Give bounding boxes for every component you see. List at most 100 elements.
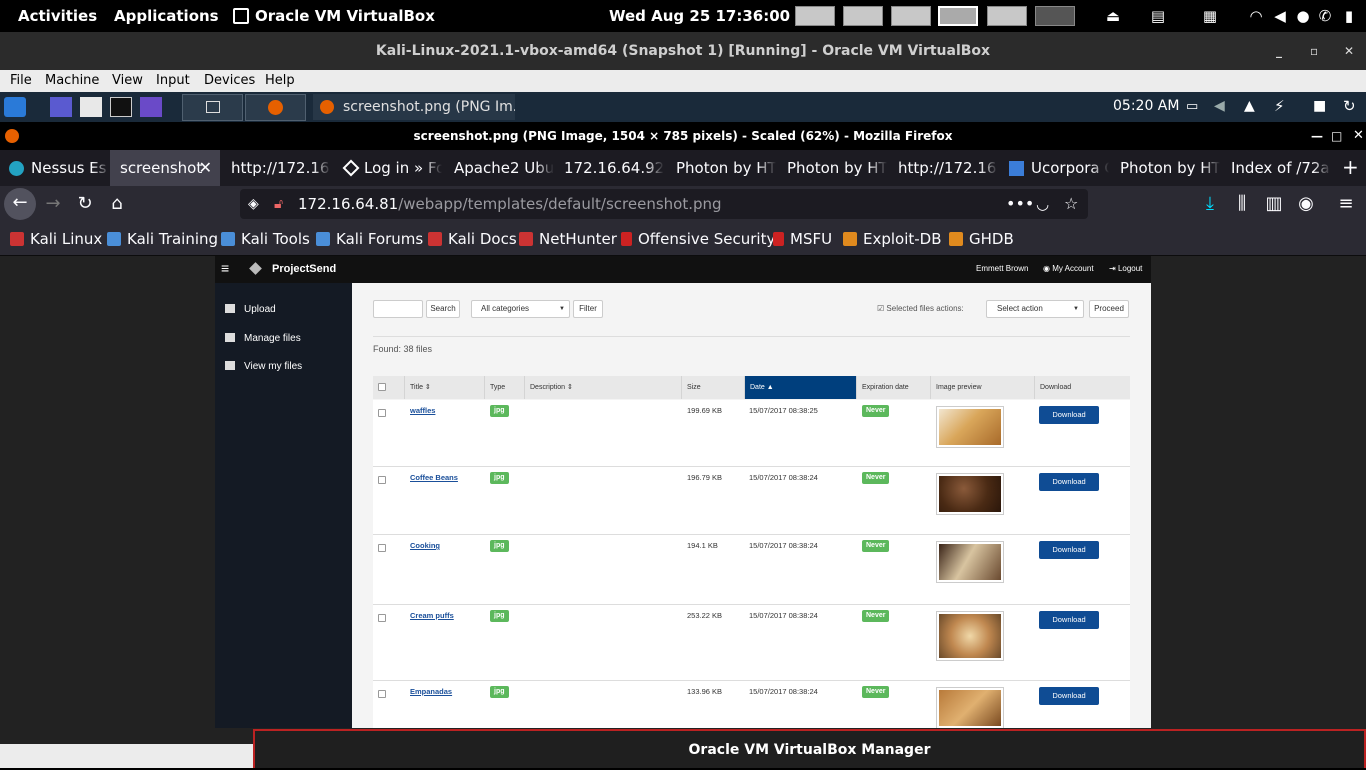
file-title: Empanadas	[410, 687, 453, 696]
tab-apache[interactable]: Apache2 Ubu	[444, 150, 554, 186]
tab-nessus[interactable]: Nessus Es	[0, 150, 110, 186]
ps-logout: ⇥ Logout	[1109, 264, 1143, 273]
applications-menu[interactable]: Applications	[114, 7, 219, 25]
file-date: 15/07/2017 08:38:24	[749, 541, 818, 550]
bookmark-kali-forums[interactable]: Kali Forums	[316, 230, 423, 248]
reload-icon[interactable]: ↻	[73, 192, 97, 216]
bookmark-kali-docs[interactable]: Kali Docs	[428, 230, 517, 248]
bookmark-kali-linux[interactable]: Kali Linux	[10, 230, 102, 248]
display-icon[interactable]: ▦	[1201, 7, 1219, 25]
tab-photon-2[interactable]: Photon by HT	[777, 150, 887, 186]
account-icon[interactable]: ◉	[1294, 192, 1318, 216]
wifi-icon[interactable]: ◠	[1247, 7, 1265, 25]
firefox-icon	[5, 129, 19, 143]
bookmark-nethunter[interactable]: NetHunter	[519, 230, 617, 248]
kali-menu-icon[interactable]	[4, 97, 26, 117]
row-checkbox	[378, 614, 386, 622]
bookmark-star-icon[interactable]: ☆	[1064, 189, 1078, 219]
active-app-name[interactable]: Oracle VM VirtualBox	[255, 7, 435, 25]
sidebar-icon[interactable]: ▥	[1262, 192, 1286, 216]
pocket-icon[interactable]: ◡	[1036, 189, 1049, 219]
ps-search-input	[373, 300, 423, 318]
close-icon[interactable]: ✕	[1344, 32, 1354, 70]
activities-button[interactable]: Activities	[18, 7, 97, 25]
display-icon[interactable]: ▭	[1186, 99, 1198, 114]
back-button[interactable]: ←	[4, 188, 36, 220]
lock-icon[interactable]: ■	[1313, 98, 1326, 114]
workspace-icon[interactable]	[50, 97, 72, 117]
vbox-menubar: File Machine View Input Devices Help	[0, 70, 1366, 92]
minimize-icon[interactable]: —	[1311, 122, 1323, 150]
workspace-1[interactable]	[795, 6, 835, 26]
battery-icon[interactable]: ▮	[1340, 7, 1358, 25]
kali-clock[interactable]: 05:20 AM	[1113, 98, 1179, 114]
terminal-icon[interactable]	[110, 97, 132, 117]
home-icon[interactable]: ⌂	[105, 192, 129, 216]
tab-index-of[interactable]: Index of /72ab	[1221, 150, 1331, 186]
menu-help[interactable]: Help	[265, 73, 295, 88]
accessibility-icon[interactable]: ✆	[1316, 7, 1334, 25]
tab-screenshot[interactable]: screenshot ✕	[110, 150, 220, 186]
maximize-icon[interactable]: ▫	[1310, 32, 1318, 70]
workspace-6[interactable]	[1035, 6, 1075, 26]
menu-devices[interactable]: Devices	[204, 73, 255, 88]
bookmark-kali-tools[interactable]: Kali Tools	[221, 230, 310, 248]
offsec-icon	[621, 232, 632, 246]
workspace-3[interactable]	[891, 6, 931, 26]
insecure-lock-icon[interactable]: 🔓︎	[274, 189, 283, 219]
bookmark-kali-training[interactable]: Kali Training	[107, 230, 218, 248]
power-manager-icon[interactable]: ⚡	[1274, 97, 1285, 115]
vbox-manager-window[interactable]: Oracle VM VirtualBox Manager	[253, 729, 1366, 768]
url-bar[interactable]: ◈ 🔓︎ 172.16.64.81/webapp/templates/defau…	[240, 189, 1088, 219]
eject-icon[interactable]: ⏏	[1104, 7, 1122, 25]
workspace-5[interactable]	[987, 6, 1027, 26]
tab-http-2[interactable]: http://172.16.6	[888, 150, 998, 186]
tab-photon-3[interactable]: Photon by HT	[1110, 150, 1220, 186]
menu-input[interactable]: Input	[156, 73, 190, 88]
hamburger-menu-icon[interactable]: ≡	[1334, 192, 1358, 216]
bookmark-offensive-security[interactable]: Offensive Security	[621, 230, 775, 248]
microphone-icon[interactable]: ●	[1294, 7, 1312, 25]
th-label: Download	[1040, 384, 1072, 391]
logout-icon[interactable]: ↻	[1343, 97, 1356, 115]
close-tab-icon[interactable]: ✕	[199, 150, 212, 186]
volume-icon[interactable]: ◀	[1214, 98, 1225, 114]
bookmark-exploit-db[interactable]: Exploit-DB	[843, 230, 942, 248]
taskbar-firefox[interactable]	[245, 94, 306, 121]
file-title: Cream puffs	[410, 611, 454, 620]
menu-view[interactable]: View	[112, 73, 143, 88]
workspace-4[interactable]	[938, 6, 978, 26]
vbox-window-titlebar: Kali-Linux-2021.1-vbox-amd64 (Snapshot 1…	[0, 32, 1366, 70]
tab-login[interactable]: Log in » Fo	[332, 150, 442, 186]
menu-machine[interactable]: Machine	[45, 73, 99, 88]
gnome-clock[interactable]: Wed Aug 25 17:36:00	[609, 7, 790, 25]
minimize-icon[interactable]: _	[1276, 32, 1282, 70]
forward-arrow-icon[interactable]: →	[41, 192, 65, 216]
downloads-icon[interactable]: ⤓	[1198, 192, 1222, 216]
clipboard-icon[interactable]: ▤	[1149, 7, 1167, 25]
screen-recorder-icon[interactable]	[140, 97, 162, 117]
library-icon[interactable]: ⫼	[1230, 192, 1254, 216]
taskbar-firefox-window[interactable]: screenshot.png (PNG Im...	[313, 94, 515, 120]
new-tab-icon[interactable]: +	[1342, 155, 1359, 179]
url-host: 172.16.64.81	[298, 195, 399, 213]
taskbar-terminal[interactable]	[182, 94, 243, 121]
file-manager-icon[interactable]	[80, 97, 102, 117]
ps-side-manage-files: Manage files	[225, 333, 301, 344]
close-icon[interactable]: ✕	[1353, 122, 1364, 150]
notification-bell-icon[interactable]: ▲	[1244, 98, 1255, 114]
workspace-2[interactable]	[843, 6, 883, 26]
tab-ucorpora[interactable]: Ucorpora C	[999, 150, 1109, 186]
tab-172-92[interactable]: 172.16.64.92/	[554, 150, 664, 186]
bookmark-ghdb[interactable]: GHDB	[949, 230, 1014, 248]
tab-http-1[interactable]: http://172.16.6	[221, 150, 331, 186]
volume-icon[interactable]: ◀	[1271, 7, 1289, 25]
projectsend-screenshot[interactable]: ≡ ProjectSend Emmett Brown ◉ My Account …	[215, 256, 1151, 728]
shield-icon[interactable]: ◈	[248, 189, 259, 219]
bookmark-label: Kali Forums	[336, 230, 424, 248]
maximize-icon[interactable]: □	[1331, 122, 1342, 150]
tab-photon-1[interactable]: Photon by HT	[666, 150, 776, 186]
menu-file[interactable]: File	[10, 73, 32, 88]
page-actions-icon[interactable]: •••	[1006, 189, 1034, 219]
bookmark-msfu[interactable]: MSFU	[773, 230, 832, 248]
